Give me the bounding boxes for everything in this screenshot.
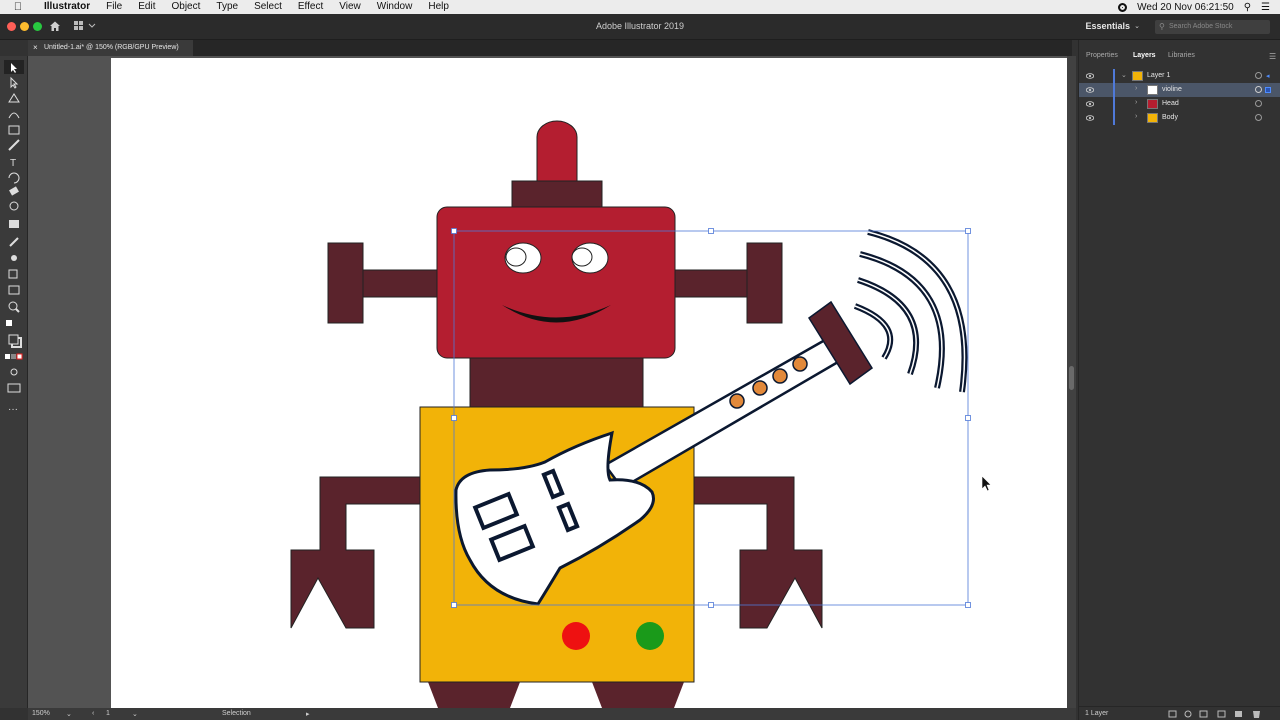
panel-menu-icon[interactable]: ☰ (1269, 52, 1276, 61)
delete-layer-icon[interactable] (1253, 711, 1260, 718)
eye-icon[interactable] (1086, 100, 1094, 108)
menu-list-icon[interactable]: ☰ (1261, 2, 1270, 13)
target-icon[interactable] (1255, 100, 1262, 107)
chevron-right-icon[interactable]: › (1135, 99, 1137, 106)
layer-color-bar (1113, 97, 1115, 111)
layer-thumbnail (1132, 71, 1143, 81)
robot-left-pupil[interactable] (505, 247, 527, 267)
chevron-down-icon[interactable]: ⌄ (1134, 22, 1140, 30)
resize-handle[interactable] (965, 602, 971, 608)
layer-name[interactable]: Body (1162, 114, 1178, 121)
record-icon[interactable] (1118, 2, 1128, 12)
selection-marker-icon[interactable]: ◂ (1266, 72, 1270, 80)
tab-properties[interactable]: Properties (1086, 52, 1118, 59)
artboard-number[interactable]: 1 (106, 710, 110, 717)
layer-row-body[interactable]: › Body (1079, 111, 1280, 125)
robot-left-arm[interactable] (290, 476, 421, 629)
layer-color-bar (1113, 111, 1115, 125)
search-icon[interactable]: ⚲ (1244, 2, 1251, 13)
robot-antenna-base[interactable] (511, 180, 603, 209)
layer-row-violine[interactable]: › violine (1079, 83, 1280, 97)
eye-icon[interactable] (1086, 72, 1094, 80)
robot-right-pupil[interactable] (571, 247, 593, 267)
adobe-stock-search[interactable]: ⚲ Search Adobe Stock (1155, 20, 1270, 34)
layer-name[interactable]: Head (1162, 100, 1179, 107)
layer-color-bar (1113, 83, 1115, 97)
layer-count: 1 Layer (1085, 710, 1109, 717)
robot-red-button[interactable] (562, 622, 590, 650)
chevron-down-icon[interactable]: ⌄ (1121, 71, 1127, 79)
layers-panel: Properties Layers Libraries ☰ ⌄ Layer 1 … (1078, 40, 1280, 720)
robot-antenna[interactable] (536, 120, 578, 183)
artboard-prev-icon[interactable]: ‹ (92, 710, 94, 717)
resize-handle[interactable] (708, 228, 714, 234)
layer-name[interactable]: violine (1162, 86, 1182, 93)
resize-handle[interactable] (708, 602, 714, 608)
panel-tabs: Properties Layers Libraries ☰ (1079, 48, 1280, 64)
resize-handle[interactable] (965, 228, 971, 234)
resize-handle[interactable] (965, 415, 971, 421)
robot-left-ear[interactable] (327, 242, 364, 324)
layer-color-bar (1113, 69, 1115, 83)
eye-icon[interactable] (1086, 86, 1094, 94)
chevron-right-icon[interactable]: › (1135, 113, 1137, 120)
target-icon[interactable] (1255, 86, 1262, 93)
robot-right-ear-connector[interactable] (674, 269, 749, 298)
clock[interactable]: Wed 20 Nov 06:21:50 (1137, 2, 1234, 13)
status-tool-name[interactable]: Selection (222, 710, 251, 717)
eye-icon[interactable] (1086, 114, 1094, 122)
chevron-right-icon[interactable]: › (1135, 85, 1137, 92)
chevron-right-icon[interactable]: ▸ (306, 710, 310, 718)
locate-object-icon[interactable] (1184, 710, 1192, 718)
status-bar: 150% ⌄ ‹ 1 ⌄ Selection ▸ (28, 708, 1076, 720)
export-icon[interactable] (1168, 710, 1177, 718)
search-icon: ⚲ (1159, 22, 1165, 31)
selected-art-indicator[interactable] (1265, 87, 1271, 93)
chevron-down-icon[interactable]: ⌄ (66, 710, 72, 718)
layer-thumbnail (1147, 85, 1158, 95)
target-icon[interactable] (1255, 114, 1262, 121)
vertical-scrollbar[interactable] (1067, 56, 1076, 708)
resize-handle[interactable] (451, 228, 457, 234)
search-placeholder: Search Adobe Stock (1169, 23, 1233, 30)
layer-thumbnail (1147, 113, 1158, 123)
layer-row-head[interactable]: › Head (1079, 97, 1280, 111)
tab-layers[interactable]: Layers (1133, 52, 1156, 59)
make-clipping-mask-icon[interactable] (1199, 710, 1208, 718)
mouse-cursor-icon (981, 475, 992, 492)
robot-neck[interactable] (469, 357, 644, 409)
robot-right-ear[interactable] (746, 242, 783, 324)
zoom-level[interactable]: 150% (32, 710, 50, 717)
layer-row-layer-1[interactable]: ⌄ Layer 1 ◂ (1079, 69, 1280, 83)
target-icon[interactable] (1255, 72, 1262, 79)
robot-left-leg[interactable] (428, 682, 520, 708)
workspace-dropdown[interactable]: Essentials (1085, 21, 1130, 31)
layer-thumbnail (1147, 99, 1158, 109)
robot-left-ear-connector[interactable] (362, 269, 439, 298)
scrollbar-thumb[interactable] (1069, 366, 1074, 390)
resize-handle[interactable] (451, 415, 457, 421)
layers-panel-footer: 1 Layer (1079, 706, 1280, 720)
robot-right-leg[interactable] (592, 682, 684, 708)
chevron-down-icon[interactable]: ⌄ (132, 710, 138, 718)
tab-libraries[interactable]: Libraries (1168, 52, 1195, 59)
create-layer-icon[interactable] (1235, 711, 1242, 717)
artwork[interactable] (0, 0, 1067, 708)
robot-head[interactable] (436, 206, 676, 359)
layer-name[interactable]: Layer 1 (1147, 72, 1170, 79)
create-sublayer-icon[interactable] (1217, 710, 1226, 718)
robot-green-button[interactable] (636, 622, 664, 650)
resize-handle[interactable] (451, 602, 457, 608)
